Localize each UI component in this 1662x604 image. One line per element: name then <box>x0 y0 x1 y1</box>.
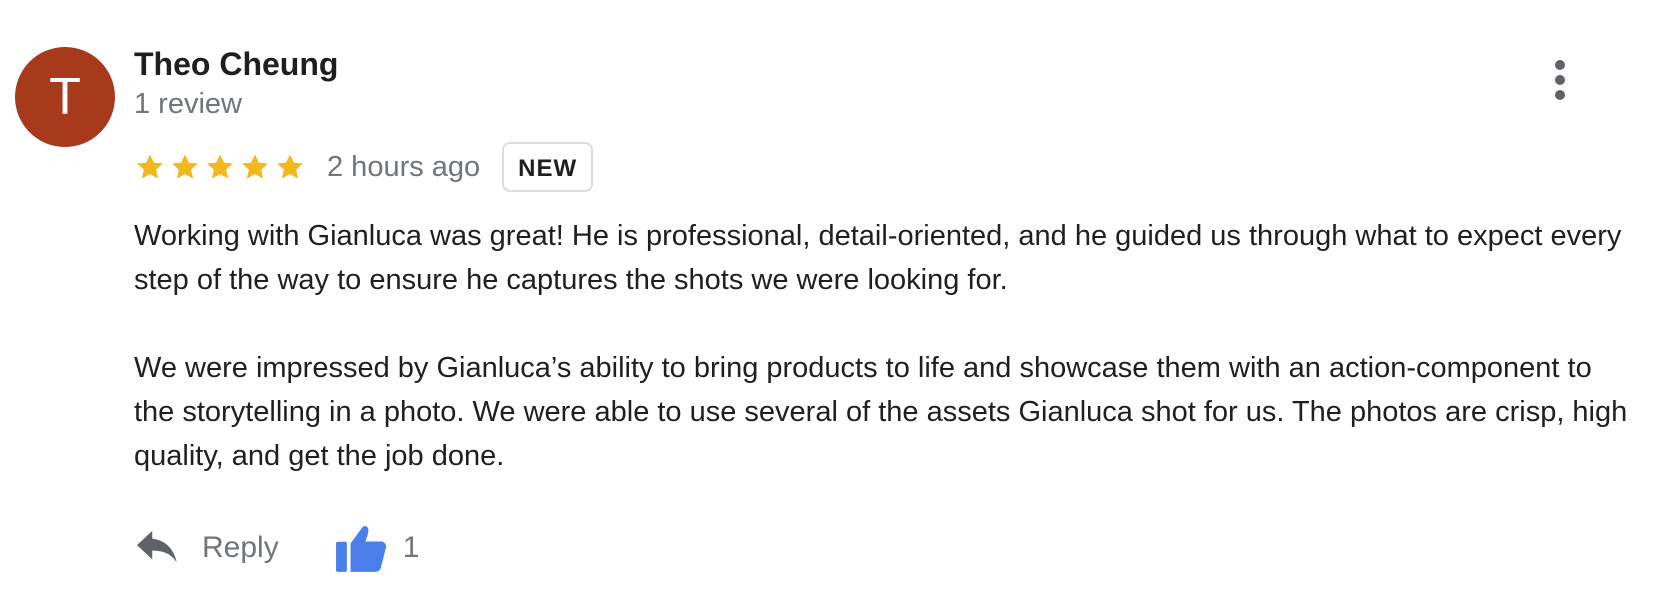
more-vert-icon <box>1555 60 1565 100</box>
thumb-up-icon <box>335 526 386 572</box>
star-icon <box>242 154 268 179</box>
reply-button[interactable]: Reply <box>134 528 279 568</box>
like-count: 1 <box>402 531 420 564</box>
review-text: Working with Gianluca was great! He is p… <box>134 214 1634 478</box>
review-content: Theo Cheung 1 review 2 hours ago NEW Wor… <box>134 44 1634 578</box>
review-meta: 2 hours ago NEW <box>134 140 1634 194</box>
star-icon <box>172 154 198 179</box>
review-card: T Theo Cheung 1 review 2 hours ago NEW W… <box>0 0 1662 604</box>
star-icon <box>277 154 303 179</box>
star-rating <box>134 151 309 183</box>
avatar[interactable]: T <box>15 47 115 147</box>
review-paragraph: We were impressed by Gianluca’s ability … <box>134 352 1628 472</box>
author-name[interactable]: Theo Cheung <box>134 44 1634 84</box>
review-paragraph: Working with Gianluca was great! He is p… <box>134 220 1622 296</box>
star-icon <box>137 154 163 179</box>
reply-icon <box>137 530 177 563</box>
review-actions: Reply 1 <box>134 518 1634 578</box>
reply-label: Reply <box>202 531 279 564</box>
like-button[interactable]: 1 <box>335 523 420 573</box>
avatar-initial: T <box>49 68 81 126</box>
review-timestamp: 2 hours ago <box>327 150 481 183</box>
author-review-count[interactable]: 1 review <box>134 84 1634 124</box>
new-badge: NEW <box>502 142 594 192</box>
star-icon <box>207 154 233 179</box>
more-options-button[interactable] <box>1545 58 1575 102</box>
